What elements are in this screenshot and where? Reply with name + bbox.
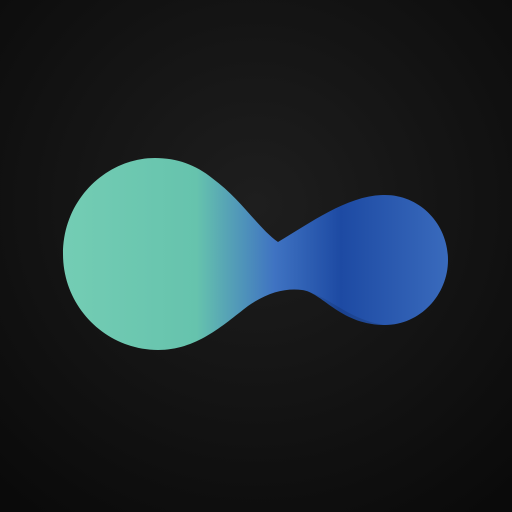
app-icon <box>0 0 512 512</box>
app-icon-graphic <box>0 0 512 512</box>
